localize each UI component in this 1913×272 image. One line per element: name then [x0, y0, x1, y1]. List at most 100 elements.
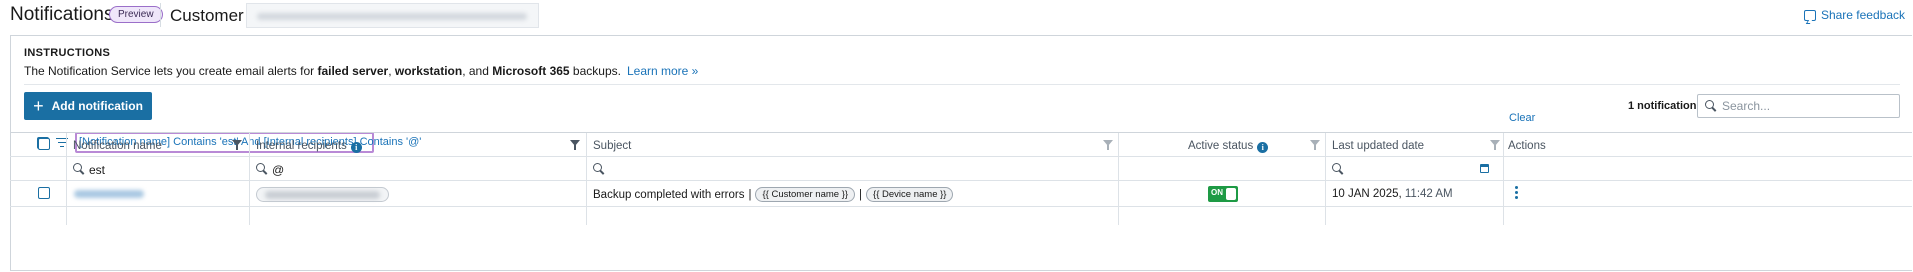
active-status-toggle[interactable]: ON	[1208, 186, 1238, 202]
share-feedback-link[interactable]: Share feedback	[1803, 8, 1905, 22]
select-all-checkbox[interactable]	[38, 138, 50, 150]
instructions-text: The Notification Service lets you create…	[24, 64, 698, 78]
actions-filter-cell	[1504, 157, 1912, 180]
column-header-subject[interactable]: Subject	[587, 133, 1119, 156]
learn-more-link[interactable]: Learn more »	[627, 64, 698, 78]
preview-badge: Preview	[109, 6, 163, 23]
time-value: 11:42 AM	[1404, 188, 1453, 200]
row-name-cell[interactable]	[67, 181, 250, 206]
row-actions-cell	[1504, 181, 1912, 206]
empty-cell	[587, 207, 1119, 225]
name-filter-value[interactable]: est	[89, 163, 105, 177]
page-header: Notifications Preview Customer Share fee…	[0, 0, 1913, 30]
instructions-text-part: ,	[388, 64, 395, 78]
plus-icon: +	[33, 96, 44, 116]
column-label-status-text: Active status	[1188, 140, 1254, 152]
info-icon[interactable]: i	[1257, 142, 1269, 153]
table-empty-row	[10, 207, 1912, 225]
recipient-email-redacted	[265, 191, 380, 199]
notifications-table: Notification name Internal recipients i S…	[10, 132, 1912, 225]
empty-cell	[10, 207, 67, 225]
add-notification-button[interactable]: + Add notification	[24, 92, 152, 120]
column-header-date[interactable]: Last updated date	[1326, 133, 1504, 156]
instructions-text-part: backups.	[569, 64, 621, 78]
search-icon	[73, 163, 84, 174]
column-header-status[interactable]: Active status i	[1119, 133, 1326, 156]
feedback-icon	[1803, 9, 1816, 21]
subject-filter-cell[interactable]	[587, 157, 1119, 180]
filter-funnel-icon[interactable]	[570, 140, 580, 150]
instructions-text-part: The Notification Service lets you create…	[24, 64, 318, 78]
status-filter-cell[interactable]	[1119, 157, 1326, 180]
table-row[interactable]: Backup completed with errors | {{ Custom…	[10, 181, 1912, 207]
customer-label: Customer	[170, 6, 244, 25]
calendar-icon[interactable]	[1480, 164, 1489, 173]
filter-funnel-icon[interactable]	[232, 140, 242, 150]
filter-funnel-icon[interactable]	[1310, 140, 1320, 150]
device-name-token: {{ Device name }}	[866, 187, 954, 202]
column-label-date: Last updated date	[1332, 140, 1425, 152]
customer-name-token: {{ Customer name }}	[755, 187, 856, 202]
search-box[interactable]	[1697, 94, 1900, 118]
date-filter-cell[interactable]	[1326, 157, 1504, 180]
instructions-text-part: , and	[462, 64, 493, 78]
column-label-recipients: Internal recipients i	[256, 140, 362, 153]
filter-funnel-icon[interactable]	[1103, 140, 1113, 150]
toggle-knob	[1226, 188, 1236, 200]
filter-spacer-cell	[10, 157, 67, 180]
column-header-name[interactable]: Notification name	[67, 133, 250, 156]
row-select-cell	[10, 181, 67, 206]
column-label-status: Active status i	[1188, 140, 1269, 153]
search-input[interactable]	[1722, 98, 1892, 114]
row-status-cell: ON	[1119, 181, 1326, 206]
share-feedback-label: Share feedback	[1820, 8, 1905, 22]
date-value: 10 JAN 2025,	[1332, 188, 1402, 200]
instructions-bold-workstation: workstation	[394, 64, 463, 78]
recipients-filter-cell[interactable]: @	[250, 157, 587, 180]
filter-funnel-icon[interactable]	[1490, 140, 1500, 150]
more-actions-icon[interactable]	[1515, 186, 1519, 200]
subject-separator: |	[859, 188, 863, 201]
page-title: Notifications	[10, 4, 114, 25]
column-label-actions: Actions	[1508, 140, 1546, 152]
column-label-name: Notification name	[73, 140, 162, 152]
recipient-chip	[256, 187, 389, 202]
row-date-cell: 10 JAN 2025, 11:42 AM	[1326, 181, 1504, 206]
instructions-heading: INSTRUCTIONS	[24, 47, 111, 59]
empty-cell	[1119, 207, 1326, 225]
column-header-actions: Actions	[1504, 133, 1912, 156]
info-icon[interactable]: i	[350, 142, 362, 153]
subject-separator: |	[748, 188, 752, 201]
column-label-subject: Subject	[593, 140, 632, 152]
header-divider	[160, 3, 161, 27]
row-checkbox[interactable]	[38, 187, 50, 199]
last-updated-date: 10 JAN 2025, 11:42 AM	[1332, 188, 1453, 200]
add-notification-label: Add notification	[51, 99, 143, 113]
customer-selector[interactable]	[246, 3, 539, 28]
row-subject-cell: Backup completed with errors | {{ Custom…	[587, 181, 1119, 206]
clear-filter-link[interactable]: Clear	[1509, 112, 1535, 124]
search-icon	[1705, 100, 1716, 111]
section-divider	[24, 84, 1900, 85]
table-filter-row: est @	[10, 157, 1912, 181]
column-header-recipients[interactable]: Internal recipients i	[250, 133, 587, 156]
search-icon	[593, 163, 604, 174]
subject-content: Backup completed with errors | {{ Custom…	[593, 187, 954, 202]
name-filter-cell[interactable]: est	[67, 157, 250, 180]
empty-cell	[250, 207, 587, 225]
row-recipients-cell	[250, 181, 587, 206]
select-all-cell	[10, 133, 67, 156]
customer-name-redacted	[257, 13, 527, 20]
recipients-filter-value[interactable]: @	[272, 163, 284, 177]
subject-text: Backup completed with errors	[593, 188, 745, 201]
toggle-state-label: ON	[1211, 188, 1223, 197]
search-icon	[256, 163, 267, 174]
instructions-bold-m365: Microsoft 365	[492, 64, 570, 78]
search-icon	[1332, 163, 1343, 174]
notification-name-redacted[interactable]	[74, 190, 144, 198]
column-label-recipients-text: Internal recipients	[256, 140, 347, 152]
table-header-row: Notification name Internal recipients i S…	[10, 133, 1912, 157]
empty-cell	[1326, 207, 1504, 225]
instructions-bold-server: failed server	[317, 64, 389, 78]
notification-count: 1 notifications	[1628, 100, 1703, 112]
